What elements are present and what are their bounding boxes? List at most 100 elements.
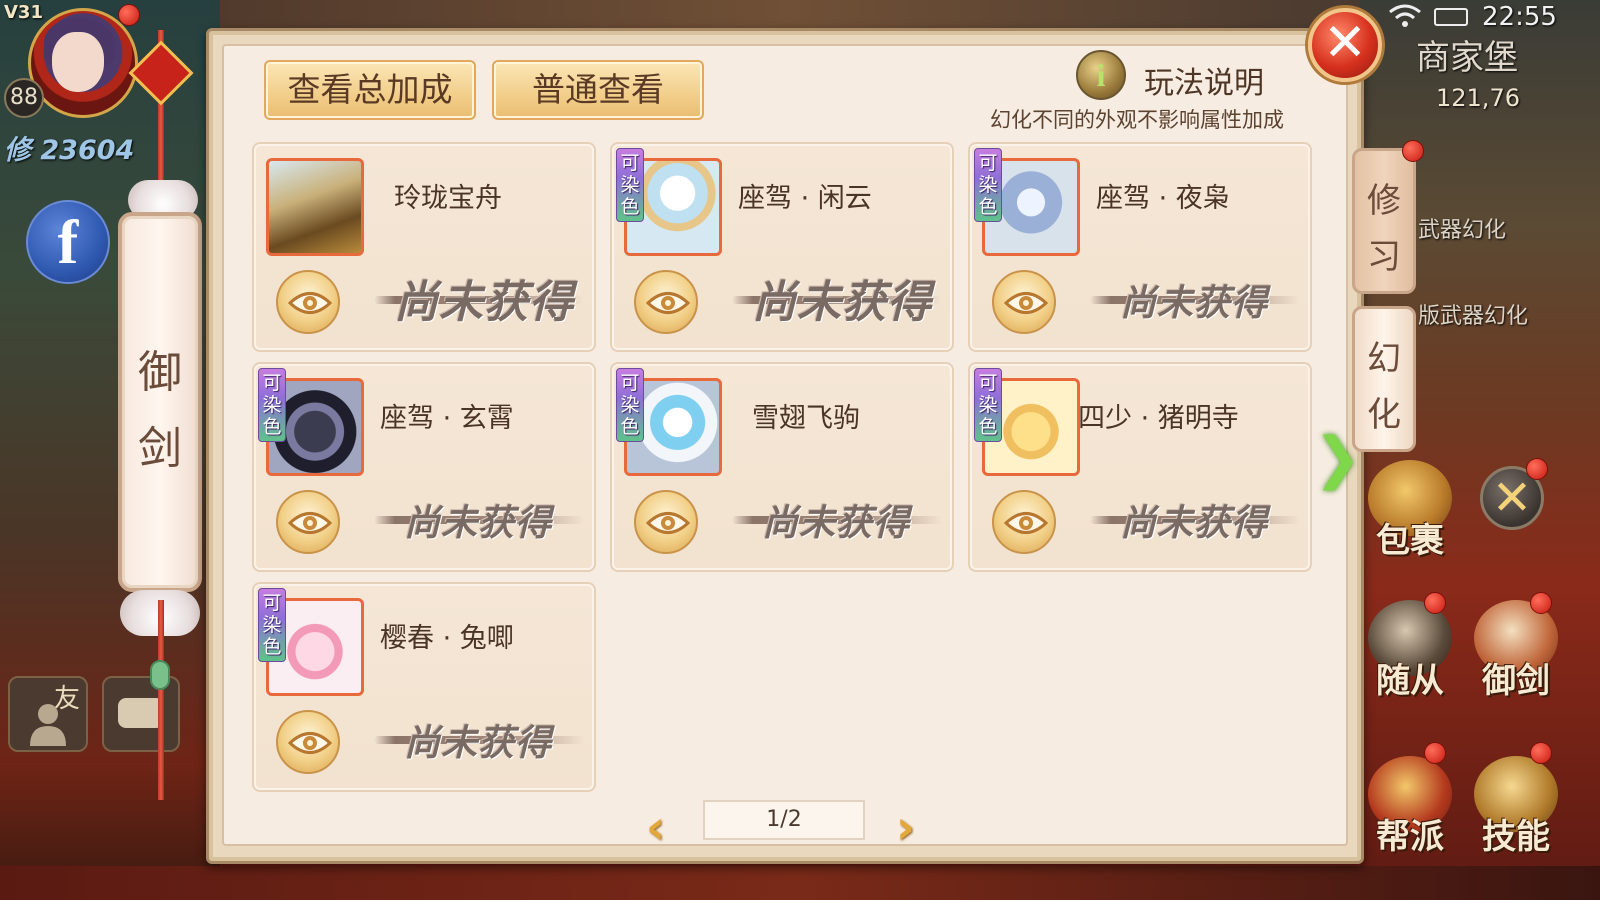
sword-notification-dot <box>1530 592 1552 614</box>
friends-button[interactable]: 友 <box>8 676 88 752</box>
dyeable-badge-char: 可 <box>620 152 640 174</box>
eye-icon <box>646 512 690 534</box>
tab-huanhua[interactable]: 幻 化 <box>1352 306 1416 452</box>
item-card[interactable]: 可染色 座驾 · 夜枭尚未获得 <box>968 142 1312 352</box>
preview-eye-button[interactable] <box>276 490 340 554</box>
skill-button[interactable]: 技能 <box>1466 752 1566 856</box>
battery-icon <box>1434 8 1468 26</box>
item-thumbnail[interactable] <box>266 158 364 256</box>
dyeable-badge: 可染色 <box>974 368 1002 442</box>
obtain-status-text: 尚未获得 <box>404 722 553 764</box>
dyeable-badge-char: 可 <box>978 152 998 174</box>
preview-eye-button[interactable] <box>276 270 340 334</box>
item-card[interactable]: 可染色 座驾 · 玄霄尚未获得 <box>252 362 596 572</box>
follower-notification-dot <box>1424 592 1446 614</box>
preview-eye-button[interactable] <box>992 490 1056 554</box>
person-icon <box>30 704 66 746</box>
item-card[interactable]: 可染色 座驾 · 闲云尚未获得 <box>610 142 954 352</box>
dyeable-badge-char: 色 <box>262 416 282 438</box>
page-prev-button[interactable]: ‹ <box>646 800 665 854</box>
obtain-status: 尚未获得 <box>374 710 584 770</box>
sword-button[interactable]: 御剑 <box>1466 596 1566 700</box>
jade-bead-ornament <box>150 660 170 690</box>
guild-button[interactable]: 帮派 <box>1360 752 1460 856</box>
background-text-1: 武器幻化 <box>1418 218 1507 243</box>
item-name: 四少 · 猪明寺 <box>1078 403 1239 434</box>
eye-icon <box>288 512 332 534</box>
dyeable-badge-char: 染 <box>620 174 640 196</box>
dyeable-badge-char: 色 <box>620 416 640 438</box>
bag-label: 包裹 <box>1376 523 1444 560</box>
chat-button[interactable] <box>102 676 180 752</box>
obtain-status-text: 尚未获得 <box>404 502 553 544</box>
view-total-bonus-button[interactable]: 查看总加成 <box>264 60 476 120</box>
dyeable-badge-char: 色 <box>620 196 640 218</box>
tab-huanhua-char-1: 幻 <box>1367 341 1401 378</box>
obtain-status: 尚未获得 <box>732 490 942 550</box>
item-card[interactable]: 可染色 四少 · 猪明寺尚未获得 <box>968 362 1312 572</box>
dyeable-badge: 可染色 <box>974 148 1002 222</box>
item-card[interactable]: 可染色 雪翅飞驹 尚未获得 <box>610 362 954 572</box>
obtain-status-text: 尚未获得 <box>1120 282 1269 324</box>
version-label: V31 <box>4 2 43 23</box>
item-name: 座驾 · 玄霄 <box>380 403 514 434</box>
dyeable-badge-char: 染 <box>978 174 998 196</box>
eye-icon <box>288 292 332 314</box>
skill-notification-dot <box>1530 742 1552 764</box>
item-name: 座驾 · 闲云 <box>738 183 872 214</box>
item-name: 座驾 · 夜枭 <box>1096 183 1230 214</box>
item-card[interactable]: 可染色 樱春 · 兔唧 尚未获得 <box>252 582 596 792</box>
facebook-share-button[interactable]: f <box>26 200 110 284</box>
tab-yujian[interactable]: 御 剑 <box>118 212 202 592</box>
item-card[interactable]: 玲珑宝舟 尚未获得 <box>252 142 596 352</box>
map-location-name: 商家堡 <box>1416 38 1518 78</box>
dyeable-badge-char: 可 <box>620 372 640 394</box>
obtain-status-text: 尚未获得 <box>1120 502 1269 544</box>
eye-icon <box>288 732 332 754</box>
dyeable-badge-char: 染 <box>978 394 998 416</box>
preview-eye-button[interactable] <box>992 270 1056 334</box>
obtain-status: 尚未获得 <box>374 490 584 550</box>
obtain-status: 尚未获得 <box>1090 270 1300 330</box>
guild-notification-dot <box>1424 742 1446 764</box>
dyeable-badge-char: 可 <box>978 372 998 394</box>
dyeable-badge-char: 色 <box>978 416 998 438</box>
dyeable-badge-char: 色 <box>978 196 998 218</box>
follower-label: 随从 <box>1376 663 1444 700</box>
system-clock: 22:55 <box>1482 2 1557 32</box>
obtain-status-text: 尚未获得 <box>752 277 932 328</box>
player-level-badge: 88 <box>4 78 44 118</box>
guild-label: 帮派 <box>1376 819 1444 856</box>
tab-xiuxi[interactable]: 修 习 <box>1352 148 1416 294</box>
bag-button[interactable]: 包裹 <box>1360 456 1460 560</box>
close-button[interactable]: ✕ <box>1308 8 1382 82</box>
tab-yujian-char-2: 剑 <box>138 424 182 473</box>
obtain-status-text: 尚未获得 <box>394 277 574 328</box>
dyeable-badge: 可染色 <box>616 368 644 442</box>
obtain-status: 尚未获得 <box>1090 490 1300 550</box>
preview-eye-button[interactable] <box>634 270 698 334</box>
skill-label: 技能 <box>1482 819 1550 856</box>
info-icon[interactable]: i <box>1076 50 1126 100</box>
preview-eye-button[interactable] <box>634 490 698 554</box>
background-text-2: 版武器幻化 <box>1418 304 1529 329</box>
eye-icon <box>1004 292 1048 314</box>
player-power-value: 修 23604 <box>4 135 135 166</box>
wifi-icon <box>1389 4 1421 27</box>
eye-icon <box>1004 512 1048 534</box>
page-indicator: 1/2 <box>703 800 865 840</box>
obtain-status: 尚未获得 <box>732 270 942 330</box>
page-next-button[interactable]: › <box>896 800 915 854</box>
item-name: 樱春 · 兔唧 <box>380 623 514 654</box>
dyeable-badge-char: 可 <box>262 372 282 394</box>
obtain-status: 尚未获得 <box>374 270 584 330</box>
obtain-status-text: 尚未获得 <box>762 502 911 544</box>
tab-xiuxi-notification-dot <box>1402 140 1424 162</box>
dyeable-badge-char: 染 <box>262 394 282 416</box>
preview-eye-button[interactable] <box>276 710 340 774</box>
eye-icon <box>646 292 690 314</box>
item-name: 玲珑宝舟 <box>394 183 502 214</box>
rules-button-label[interactable]: 玩法说明 <box>1144 58 1264 102</box>
normal-view-button[interactable]: 普通查看 <box>492 60 704 120</box>
follower-button[interactable]: 随从 <box>1360 596 1460 700</box>
